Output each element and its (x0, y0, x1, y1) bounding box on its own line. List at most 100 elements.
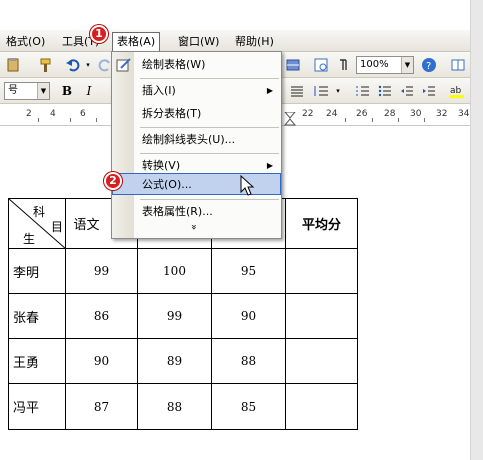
score-cell[interactable]: 95 (211, 248, 286, 294)
highlight-icon[interactable]: ab (448, 82, 466, 100)
menu-separator (140, 153, 279, 154)
expand-chevron-icon: » (188, 223, 200, 231)
table-tools-icon[interactable] (284, 56, 302, 74)
menu-item-insert[interactable]: 插入(I) ▶ (112, 80, 281, 102)
score-cell[interactable]: 87 (65, 383, 138, 430)
diagonal-label-mu: 目 (51, 220, 64, 234)
vertical-scrollbar[interactable] (470, 0, 483, 460)
menu-window[interactable]: 窗口(W) (174, 33, 223, 50)
menu-item-label: 绘制表格(W) (142, 58, 206, 71)
score-cell[interactable]: 90 (65, 338, 138, 384)
menu-bar: 格式(O) 工具(T) 表格(A) 窗口(W) 帮助(H) (0, 30, 470, 52)
zoom-value: 100% (360, 59, 389, 70)
line-spacing-dropdown-icon[interactable]: ▾ (334, 82, 342, 100)
score-cell[interactable]: 89 (137, 338, 212, 384)
decrease-indent-icon[interactable] (398, 82, 416, 100)
increase-indent-icon[interactable] (420, 82, 438, 100)
menu-table[interactable]: 表格(A) (112, 32, 161, 52)
italic-button[interactable]: I (80, 82, 98, 100)
align-justify-icon[interactable] (288, 82, 306, 100)
ruler-tick (38, 118, 39, 122)
menu-separator (140, 199, 279, 200)
page-bottom (0, 450, 470, 460)
bullets-icon[interactable] (376, 82, 394, 100)
header-chinese-label: 语文 (73, 218, 100, 233)
menu-item-label: 绘制斜线表头(U)... (142, 133, 236, 146)
score-cell[interactable]: 86 (65, 293, 138, 339)
submenu-arrow-icon: ▶ (266, 86, 273, 95)
ruler-number: 28 (384, 109, 396, 119)
score-cell[interactable]: 99 (137, 293, 212, 339)
score-cell[interactable]: 88 (137, 383, 212, 430)
word-window: 格式(O) 工具(T) 表格(A) 窗口(W) 帮助(H) ▾ 100% ▼ ?… (0, 0, 483, 460)
table-row: 冯平 87 88 85 (8, 383, 358, 430)
format-painter-icon[interactable] (36, 56, 54, 74)
menu-format[interactable]: 格式(O) (2, 33, 49, 50)
ruler-number: 32 (436, 109, 448, 119)
student-name[interactable]: 冯平 (8, 383, 66, 430)
average-cell[interactable] (285, 338, 358, 384)
score-cell[interactable]: 85 (211, 383, 286, 430)
menu-separator (140, 78, 279, 79)
menu-item-draw-table[interactable]: 绘制表格(W) (112, 54, 281, 76)
diagonal-header-cell[interactable]: 科 目 生 (8, 198, 66, 249)
clipboard-icon[interactable] (4, 56, 22, 74)
chevron-down-icon: ▼ (37, 83, 49, 99)
student-name[interactable]: 王勇 (8, 338, 66, 384)
ruler-tick (70, 118, 71, 122)
table-menu-dropdown: 绘制表格(W) 插入(I) ▶ 拆分表格(T) 绘制斜线表头(U)... 转换(… (111, 51, 282, 239)
table-row: 王勇 90 89 88 (8, 338, 358, 384)
numbering-icon[interactable] (354, 82, 372, 100)
menu-expand-button[interactable]: » (112, 218, 281, 240)
svg-text:ab: ab (450, 86, 462, 96)
ruler-number: 4 (50, 109, 56, 119)
ruler-number: 2 (26, 109, 32, 119)
average-cell[interactable] (285, 293, 358, 339)
ruler-tick (96, 118, 97, 122)
student-name[interactable]: 李明 (8, 248, 66, 294)
show-marks-icon[interactable] (334, 56, 352, 74)
ruler-number: 26 (356, 109, 368, 119)
ruler-tick (424, 118, 425, 122)
ruler-number: 30 (410, 109, 422, 119)
svg-text:?: ? (426, 61, 431, 72)
ruler-tick (398, 118, 399, 122)
zoom-select[interactable]: 100% ▼ (356, 56, 414, 74)
font-size-label: 号 (8, 85, 18, 96)
ruler-tick (345, 118, 346, 122)
header-average[interactable]: 平均分 (285, 198, 358, 249)
line-spacing-icon[interactable] (312, 82, 330, 100)
average-cell[interactable] (285, 248, 358, 294)
help-icon[interactable]: ? (420, 56, 438, 74)
menu-item-label: 插入(I) (142, 84, 176, 97)
table-row: 张春 86 99 90 (8, 293, 358, 339)
score-cell[interactable]: 90 (211, 293, 286, 339)
ruler-number: 6 (80, 109, 86, 119)
undo-icon[interactable] (64, 56, 82, 74)
diagonal-label-subject: 科 (33, 205, 46, 219)
table-row: 李明 99 100 95 (8, 248, 358, 294)
menu-item-split-table[interactable]: 拆分表格(T) (112, 103, 281, 125)
score-cell[interactable]: 100 (137, 248, 212, 294)
student-name[interactable]: 张春 (8, 293, 66, 339)
title-area (0, 0, 483, 30)
read-mode-button[interactable] (446, 56, 470, 74)
menu-separator (140, 127, 279, 128)
menu-item-label: 拆分表格(T) (142, 107, 202, 120)
undo-dropdown-icon[interactable]: ▾ (84, 56, 92, 74)
average-cell[interactable] (285, 383, 358, 430)
menu-item-diagonal-header[interactable]: 绘制斜线表头(U)... (112, 129, 281, 151)
score-cell[interactable]: 88 (211, 338, 286, 384)
font-size-select[interactable]: 号 ▼ (4, 82, 50, 100)
score-cell[interactable]: 99 (65, 248, 138, 294)
chevron-down-icon: ▼ (401, 57, 413, 73)
ruler-number: 24 (326, 109, 338, 119)
step-1-badge: 1 (90, 25, 108, 43)
mouse-cursor-icon (240, 175, 255, 196)
ruler-number: 22 (302, 109, 314, 119)
bold-button[interactable]: B (58, 82, 76, 100)
menu-help[interactable]: 帮助(H) (231, 33, 278, 50)
pencil-icon (116, 57, 132, 73)
document-map-icon[interactable] (312, 56, 330, 74)
indent-marker-icon[interactable] (284, 112, 296, 126)
